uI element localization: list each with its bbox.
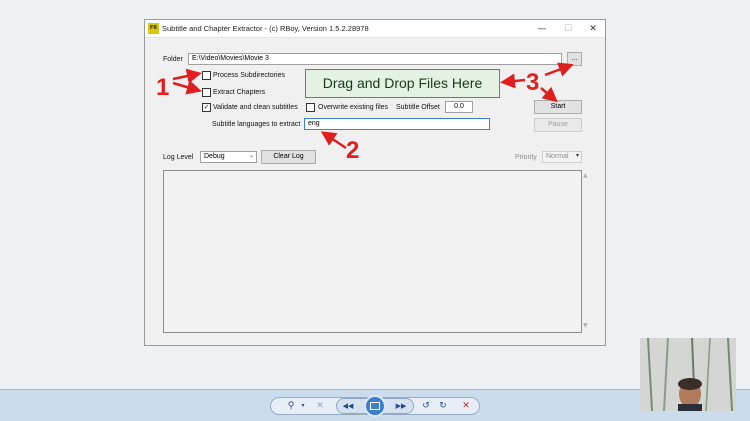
annotation-number-3: 3	[526, 69, 539, 96]
annotation-arrow-1b	[172, 80, 202, 95]
annotation-layer: 1 2 3	[156, 62, 574, 164]
webcam-image	[640, 338, 736, 411]
slideshow-icon[interactable]	[364, 395, 386, 417]
annotation-number-2: 2	[346, 137, 359, 164]
webcam-overlay	[640, 338, 736, 411]
chevron-down-icon[interactable]: ▾	[296, 399, 310, 413]
previous-icon[interactable]: ◀◀	[341, 399, 355, 413]
next-icon[interactable]: ▶▶	[394, 399, 408, 413]
annotation-arrow-1a	[172, 68, 202, 84]
annotation-arrow-3b	[544, 62, 574, 77]
annotation-arrow-3c	[540, 86, 558, 103]
rotate-clockwise-icon[interactable]: ↻	[436, 399, 450, 413]
annotation-arrow-2	[320, 131, 347, 150]
annotation-number-1: 1	[156, 74, 169, 101]
rotate-counterclockwise-icon[interactable]: ↺	[419, 399, 433, 413]
fit-to-window-icon[interactable]: ✕	[313, 399, 327, 413]
annotation-arrow-3a	[500, 73, 526, 89]
delete-icon[interactable]: ✕	[459, 399, 473, 413]
